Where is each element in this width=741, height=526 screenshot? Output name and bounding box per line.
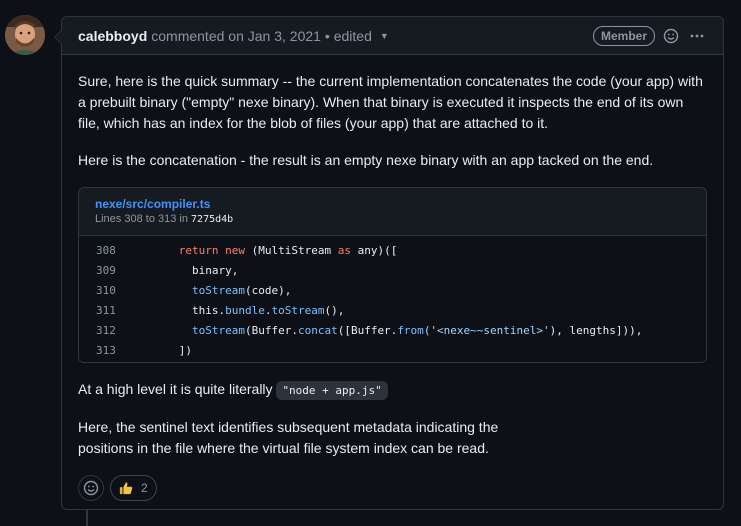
- code-token: ]): [139, 343, 192, 357]
- comment-body: Sure, here is the quick summary -- the c…: [62, 55, 723, 501]
- code-token: (MultiStream: [245, 243, 338, 257]
- code-line: 312 toStream(Buffer.concat([Buffer.from(…: [79, 320, 706, 340]
- avatar-image: [5, 15, 45, 55]
- paragraph-high-level: At a high level it is quite literally "n…: [78, 379, 707, 401]
- code-token: as: [337, 243, 351, 257]
- paragraph-concatenation: Here is the concatenation - the result i…: [78, 152, 654, 168]
- code-line: 309 binary,: [79, 260, 706, 280]
- comment-box: calebboyd commented on Jan 3, 2021 • edi…: [54, 16, 724, 510]
- code-file-link[interactable]: nexe/src/compiler.ts: [95, 196, 690, 212]
- comment-meta: commented on Jan 3, 2021 •: [151, 28, 329, 44]
- line-number[interactable]: 313: [79, 340, 139, 361]
- code-token: (code),: [244, 283, 292, 297]
- code-token: toStream: [191, 283, 245, 297]
- code-line: 308 return new (MultiStream as any)([: [79, 240, 706, 260]
- reactions-bar: 2: [78, 475, 707, 501]
- code-text: binary,: [139, 260, 238, 281]
- thumbs-up-icon: [119, 482, 133, 495]
- code-token: toStream: [271, 303, 325, 317]
- comment-header: calebboyd commented on Jan 3, 2021 • edi…: [62, 17, 723, 55]
- code-token: from: [397, 323, 424, 337]
- line-number[interactable]: 312: [79, 320, 139, 341]
- avatar[interactable]: [5, 15, 45, 55]
- code-table: 308 return new (MultiStream as any)([309…: [79, 236, 706, 362]
- line-number[interactable]: 311: [79, 300, 139, 321]
- code-text: ]): [139, 340, 192, 361]
- add-reaction-smiley-icon[interactable]: [661, 26, 681, 46]
- code-token: toStream: [191, 323, 245, 337]
- comment-date-link[interactable]: Jan 3, 2021: [248, 28, 321, 44]
- comment-author-link[interactable]: calebboyd: [78, 28, 147, 44]
- high-level-text: At a high level it is quite literally: [78, 381, 273, 397]
- commit-sha-link[interactable]: 7275d4b: [191, 214, 233, 225]
- line-number[interactable]: 309: [79, 260, 139, 281]
- code-line: 310 toStream(code),: [79, 280, 706, 300]
- code-token: binary,: [139, 263, 239, 277]
- sentinel-line-2: positions in the file where the virtual …: [78, 440, 489, 456]
- code-token: concat: [297, 323, 338, 337]
- code-lines-label: Lines 308 to 313 in: [95, 213, 188, 225]
- code-token: this.: [139, 303, 226, 317]
- kebab-menu-icon[interactable]: [687, 26, 707, 46]
- code-token: (),: [324, 303, 345, 317]
- thumbs-up-reaction-button[interactable]: 2: [110, 475, 157, 501]
- add-reaction-button[interactable]: [78, 475, 104, 501]
- reaction-count: 2: [141, 480, 148, 495]
- code-text: toStream(code),: [139, 280, 291, 301]
- edited-dropdown[interactable]: edited ▼: [334, 28, 389, 44]
- meta-separator: •: [324, 27, 330, 44]
- code-token: bundle: [225, 303, 265, 317]
- comment-action: commented on: [151, 27, 244, 44]
- code-token: return: [178, 243, 219, 257]
- code-token: ), lengths])),: [549, 323, 643, 337]
- paragraph-summary: Sure, here is the quick summary -- the c…: [78, 73, 703, 131]
- code-text: this.bundle.toStream(),: [139, 300, 344, 321]
- code-line-range: Lines 308 to 313 in 7275d4b: [95, 212, 690, 227]
- member-badge: Member: [592, 25, 655, 46]
- timeline-line: [86, 510, 88, 526]
- code-token: ('<nexe~~sentinel>': [423, 323, 550, 337]
- code-text: toStream(Buffer.concat([Buffer.from('<ne…: [139, 320, 642, 341]
- line-number[interactable]: 310: [79, 280, 139, 301]
- code-token: new: [225, 243, 245, 257]
- code-line: 313 ]): [79, 340, 706, 360]
- comment-pointer: [54, 29, 62, 45]
- inline-code: "node + app.js": [276, 381, 388, 400]
- code-token: any)([: [350, 243, 398, 257]
- sentinel-line-1: Here, the sentinel text identifies subse…: [78, 419, 499, 435]
- code-token: (Buffer.: [244, 323, 298, 337]
- code-text: return new (MultiStream as any)([: [139, 240, 398, 261]
- code-token: ([Buffer.: [337, 323, 398, 337]
- code-permalink-box: nexe/src/compiler.ts Lines 308 to 313 in…: [78, 187, 707, 363]
- code-permalink-header: nexe/src/compiler.ts Lines 308 to 313 in…: [79, 188, 706, 236]
- chevron-down-icon: ▼: [379, 30, 389, 41]
- code-line: 311 this.bundle.toStream(),: [79, 300, 706, 320]
- line-number[interactable]: 308: [79, 240, 139, 261]
- smiley-icon: [83, 480, 99, 496]
- edited-label: edited: [333, 27, 372, 44]
- paragraph-sentinel: Here, the sentinel text identifies subse…: [78, 417, 707, 459]
